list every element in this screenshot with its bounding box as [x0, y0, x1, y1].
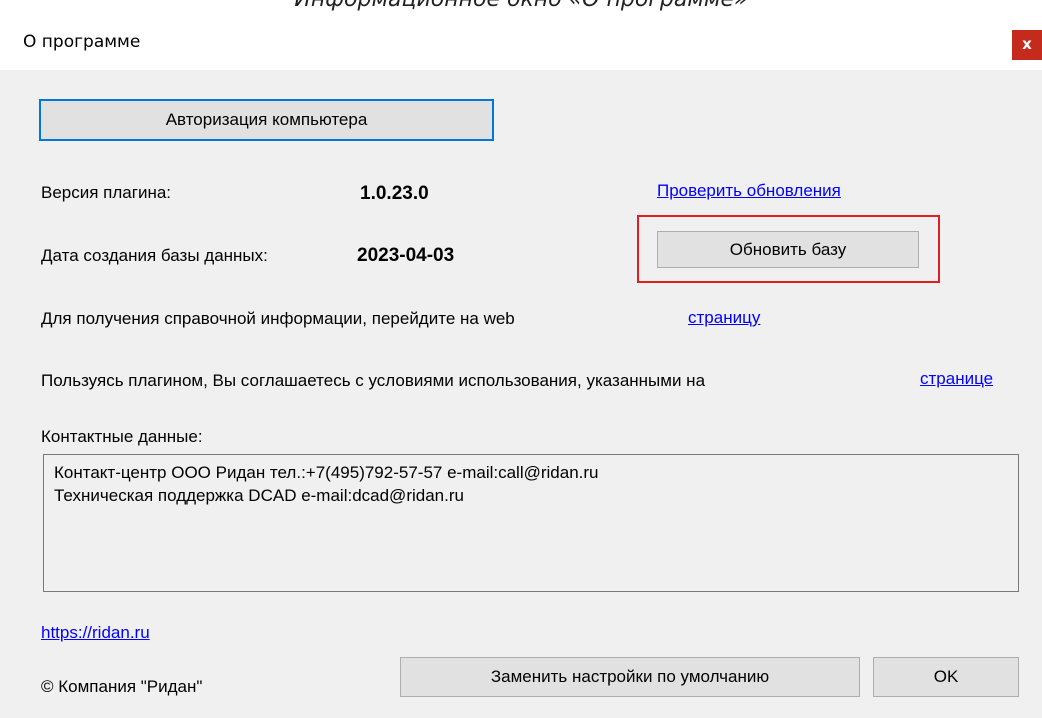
caption-text: Информационное окно «О программе» [0, 0, 1042, 12]
close-button[interactable]: x [1012, 30, 1042, 60]
contacts-line-1: Контакт-центр ООО Ридан тел.:+7(495)792-… [54, 463, 599, 482]
site-link[interactable]: https://ridan.ru [41, 623, 150, 643]
db-date-label: Дата создания базы данных: [41, 246, 268, 265]
ok-button[interactable]: OK [873, 657, 1019, 697]
contacts-textbox[interactable]: Контакт-центр ООО Ридан тел.:+7(495)792-… [43, 454, 1019, 592]
contacts-label: Контактные данные: [41, 427, 203, 446]
authorize-computer-button[interactable]: Авторизация компьютера [39, 99, 494, 141]
window-title: О программе [23, 32, 141, 52]
terms-text: Пользуясь плагином, Вы соглашаетесь с ус… [41, 371, 706, 390]
db-date-value: 2023-04-03 [357, 245, 455, 266]
plugin-version-value: 1.0.23.0 [360, 183, 429, 204]
copyright-text: © Компания "Ридан" [41, 677, 203, 696]
help-page-link[interactable]: страницу [688, 308, 760, 328]
about-dialog: О программе x Авторизация компьютера Вер… [0, 18, 1042, 718]
check-updates-link[interactable]: Проверить обновления [657, 181, 841, 201]
close-icon: x [1022, 35, 1032, 53]
plugin-version-label: Версия плагина: [41, 183, 172, 202]
help-text: Для получения справочной информации, пер… [41, 309, 515, 328]
dialog-content: Авторизация компьютера Версия плагина: 1… [0, 70, 1042, 718]
contacts-line-2: Техническая поддержка DCAD e-mail:dcad@r… [54, 486, 464, 505]
screenshot-caption: Информационное окно «О программе» [0, 0, 1042, 18]
reset-settings-button[interactable]: Заменить настройки по умолчанию [400, 657, 860, 697]
update-db-button[interactable]: Обновить базу [657, 231, 919, 268]
terms-page-link[interactable]: странице [920, 369, 993, 389]
title-bar: О программе x [0, 18, 1042, 70]
